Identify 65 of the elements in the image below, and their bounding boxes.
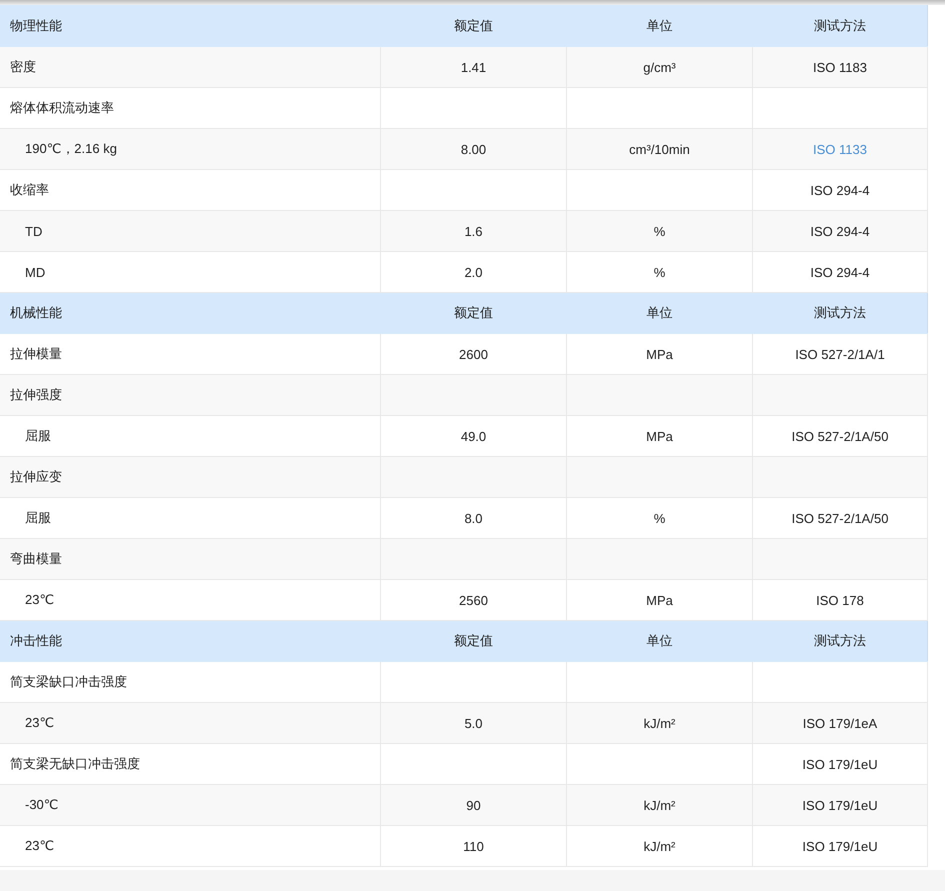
test-method: ISO 527-2/1A/50 (792, 428, 888, 444)
property-name: 屈服 (25, 428, 51, 443)
unit-text: cm³/10min (629, 142, 690, 156)
rated-value: 1.41 (460, 60, 486, 74)
property-name: 拉伸强度 (10, 387, 62, 402)
property-name: -30℃ (25, 797, 58, 812)
test-method: ISO 179/1eU (802, 838, 878, 854)
property-name: 熔体体积流动速率 (10, 100, 114, 115)
test-method: ISO 1183 (813, 60, 867, 74)
property-name: 23℃ (25, 715, 54, 730)
property-name: 屈服 (25, 510, 51, 525)
test-method: ISO 294-4 (810, 182, 870, 198)
test-method: ISO 179/1eU (802, 798, 878, 812)
rated-value: 90 (466, 798, 481, 812)
rated-value: 49.0 (460, 428, 486, 444)
unit-text: % (654, 224, 666, 238)
column-heading: 测试方法 (814, 305, 866, 320)
test-method: ISO 527-2/1A/50 (792, 510, 888, 526)
test-method: ISO 294-4 (810, 264, 870, 280)
column-heading: 额定值 (454, 18, 493, 33)
unit-text: kJ/m² (644, 838, 676, 854)
test-method: ISO 294-4 (810, 224, 870, 238)
section-heading: 物理性能 (10, 18, 62, 33)
column-heading: 测试方法 (814, 18, 866, 33)
property-name: 密度 (10, 59, 36, 74)
rated-value: 1.6 (464, 224, 483, 238)
rated-value: 2.0 (464, 264, 483, 280)
rated-value: 8.00 (460, 142, 486, 156)
unit-text: kJ/m² (644, 716, 676, 730)
rated-value: 8.0 (464, 510, 483, 526)
test-method: ISO 179/1eU (802, 756, 878, 772)
column-heading: 单位 (646, 633, 672, 648)
property-name: 拉伸应变 (10, 469, 62, 484)
column-heading: 额定值 (454, 305, 493, 320)
section-heading: 机械性能 (10, 305, 62, 320)
test-method: ISO 178 (816, 592, 864, 608)
property-name: 23℃ (25, 838, 54, 853)
unit-text: MPa (646, 428, 673, 444)
property-name: 弯曲模量 (10, 551, 62, 566)
column-heading: 单位 (646, 18, 672, 33)
unit-text: % (654, 510, 666, 526)
rated-value: 2560 (459, 592, 488, 608)
property-name: 简支梁无缺口冲击强度 (10, 756, 140, 771)
rated-value: 5.0 (464, 716, 483, 730)
unit-text: kJ/m² (644, 798, 676, 812)
rated-value: 110 (463, 838, 484, 854)
property-name: TD (25, 224, 42, 238)
property-name: 拉伸模量 (10, 346, 62, 361)
test-method: ISO 527-2/1A/1 (795, 346, 885, 362)
rated-value: 2600 (459, 346, 488, 362)
column-heading: 单位 (646, 305, 672, 320)
test-method-link[interactable]: ISO 1133 (813, 142, 867, 156)
column-heading: 测试方法 (814, 633, 866, 648)
test-method: ISO 179/1eA (802, 716, 878, 730)
section-heading: 冲击性能 (10, 633, 62, 648)
unit-text: % (654, 264, 666, 280)
column-heading: 额定值 (454, 633, 493, 648)
property-name: 简支梁缺口冲击强度 (10, 674, 127, 689)
property-name: 190℃，2.16 kg (25, 141, 117, 156)
property-name: MD (25, 264, 46, 280)
property-name: 23℃ (25, 592, 54, 607)
unit-text: MPa (646, 592, 673, 608)
unit-text: g/cm³ (643, 60, 676, 74)
unit-text: MPa (646, 346, 673, 362)
property-name: 收缩率 (10, 182, 49, 197)
